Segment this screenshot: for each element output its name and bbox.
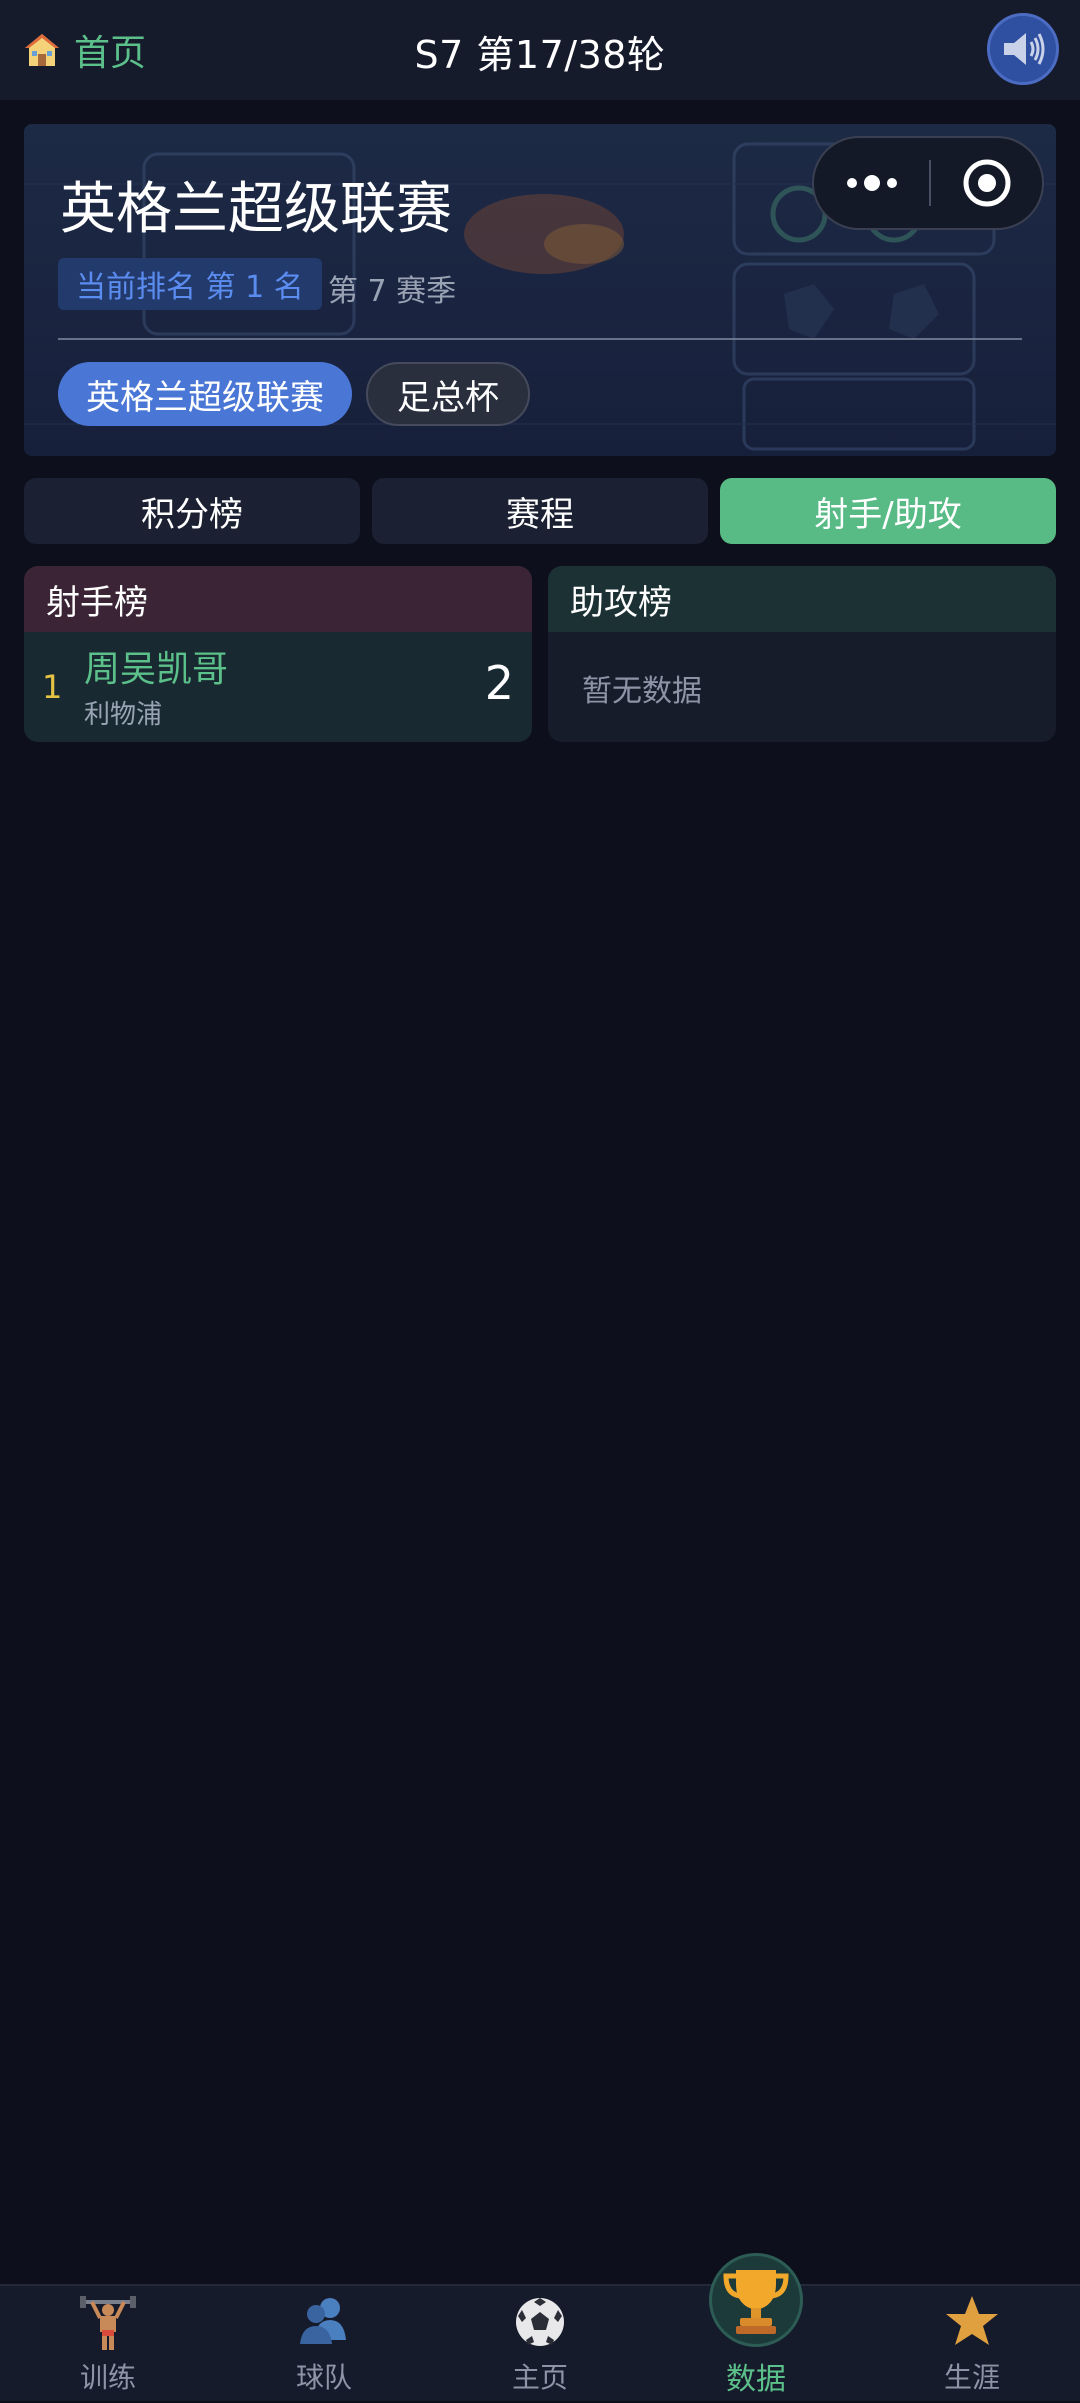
top-bar: 首页 S7 第17/38轮	[0, 0, 1080, 100]
rank-badge: 当前排名 第 1 名	[58, 258, 322, 310]
top-assists-panel: 助攻榜 暂无数据	[548, 566, 1056, 742]
active-nav-icon-circle[interactable]	[709, 2253, 803, 2347]
nav-label: 球队	[295, 2361, 352, 2394]
tab-schedule[interactable]: 赛程	[372, 478, 708, 544]
top-scorers-title: 射手榜	[24, 566, 532, 632]
empty-state-text: 暂无数据	[582, 674, 702, 709]
team-icon	[300, 2298, 346, 2344]
nav-item-career[interactable]: 生涯	[864, 2286, 1080, 2403]
bottom-navigation: 训练 球队 主页 数据 生涯	[0, 2284, 1080, 2401]
nav-item-team[interactable]: 球队	[216, 2286, 432, 2403]
more-dots-icon	[846, 175, 897, 191]
scorer-rank: 1	[42, 668, 63, 706]
league-title: 英格兰超级联赛	[60, 177, 452, 242]
nav-item-training[interactable]: 训练	[0, 2286, 216, 2403]
mini-program-capsule	[812, 136, 1044, 230]
round-title: S7 第17/38轮	[414, 33, 666, 77]
sound-toggle-button[interactable]	[987, 13, 1059, 85]
top-scorers-panel: 射手榜 1 周吴凯哥 利物浦 2	[24, 566, 532, 742]
nav-label: 训练	[79, 2361, 136, 2394]
target-close-icon	[963, 159, 1010, 207]
top-assists-title: 助攻榜	[548, 566, 1056, 632]
tab-standings[interactable]: 积分榜	[24, 478, 360, 544]
tab-scorers-assists[interactable]: 射手/助攻	[720, 478, 1056, 544]
divider	[58, 338, 1022, 340]
competition-chip-premier-league[interactable]: 英格兰超级联赛	[58, 362, 352, 426]
close-mini-program-button[interactable]	[931, 138, 1042, 228]
nav-label: 主页	[511, 2361, 568, 2394]
scorer-name: 周吴凯哥	[84, 649, 229, 690]
more-button[interactable]	[814, 138, 929, 228]
scorer-goals: 2	[484, 656, 514, 710]
soccer-ball-icon	[516, 2298, 564, 2346]
nav-label: 数据	[726, 2362, 786, 2397]
season-label: 第 7 赛季	[328, 274, 457, 309]
scorer-team: 利物浦	[84, 700, 163, 730]
weightlifter-icon	[80, 2296, 136, 2350]
table-row[interactable]: 1 周吴凯哥 利物浦 2	[24, 632, 532, 742]
trophy-icon	[723, 2270, 789, 2334]
nav-item-home[interactable]: 主页	[432, 2286, 648, 2403]
competition-chip-fa-cup[interactable]: 足总杯	[366, 362, 530, 426]
nav-label: 生涯	[943, 2361, 1000, 2394]
star-icon	[946, 2296, 998, 2345]
speaker-icon	[1004, 33, 1045, 65]
